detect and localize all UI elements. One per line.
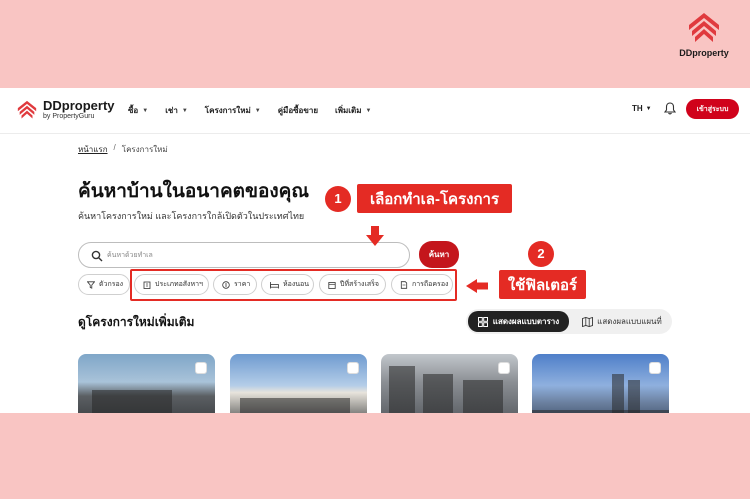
menu-item-more[interactable]: เพิ่มเติม ▼ (335, 104, 371, 117)
favorite-checkbox[interactable] (195, 362, 207, 374)
language-selector[interactable]: TH ▼ (632, 104, 652, 113)
grid-icon (477, 316, 488, 327)
ddproperty-logo-icon (17, 100, 37, 119)
menu-item-buy[interactable]: ซื้อ ▼ (128, 104, 148, 117)
breadcrumb-current: โครงการใหม่ (121, 145, 168, 154)
card-image-shape (240, 398, 350, 413)
map-view-label: แสดงผลแบบแผนที่ (597, 317, 662, 326)
step-1-badge: 1 (325, 186, 351, 212)
project-card[interactable] (230, 354, 367, 413)
filter-button[interactable]: ตัวกรอง (78, 274, 130, 295)
card-image-shape (612, 374, 624, 413)
menu-item-rent[interactable]: เช่า ▼ (165, 104, 188, 117)
breadcrumb-separator: / (113, 143, 116, 152)
map-icon (582, 316, 594, 327)
search-button[interactable]: ค้นหา (419, 241, 459, 268)
project-card[interactable] (78, 354, 215, 413)
filter-highlight-box (130, 269, 457, 301)
site-logo[interactable]: DDproperty by PropertyGuru (16, 99, 115, 121)
corner-brand: DDproperty (676, 10, 732, 58)
menu-item-label: เช่า (165, 106, 178, 115)
card-image-shape (628, 380, 640, 413)
search-icon (91, 249, 103, 267)
ddproperty-logo-icon (689, 13, 719, 42)
login-button[interactable]: เข้าสู่ระบบ (686, 99, 739, 119)
project-card[interactable] (532, 354, 669, 413)
favorite-checkbox[interactable] (649, 362, 661, 374)
card-image-shape (389, 366, 415, 413)
step-2-badge: 2 (528, 241, 554, 267)
map-view-button[interactable]: แสดงผลแบบแผนที่ (574, 311, 670, 332)
filter-icon (87, 280, 95, 289)
menu-item-guide[interactable]: คู่มือซื้อขาย (278, 104, 318, 117)
chevron-down-icon: ▼ (181, 107, 188, 114)
filter-label: ตัวกรอง (99, 281, 124, 288)
step-2-callout: ใช้ฟิลเตอร์ (499, 270, 586, 299)
page-subtitle: ค้นหาโครงการใหม่ และโครงการใกล้เปิดตัวใน… (78, 211, 305, 221)
search-box (78, 242, 410, 268)
breadcrumb: หน้าแรก / โครงการใหม่ (78, 143, 168, 156)
breadcrumb-home-link[interactable]: หน้าแรก (78, 143, 108, 156)
menu-item-label: คู่มือซื้อขาย (277, 106, 318, 115)
language-label: TH (632, 104, 643, 113)
menu-item-label: โครงการใหม่ (204, 106, 251, 115)
menu-item-label: เพิ่มเติม (335, 106, 362, 115)
table-view-button[interactable]: แสดงผลแบบตาราง (468, 311, 569, 332)
main-menu: ซื้อ ▼ เช่า ▼ โครงการใหม่ ▼ คู่มือซื้อขาย เ… (128, 104, 388, 117)
logo-subtitle: by PropertyGuru (43, 113, 95, 120)
favorite-checkbox[interactable] (498, 362, 510, 374)
menu-item-label: ซื้อ (128, 106, 139, 115)
chevron-down-icon: ▼ (645, 105, 652, 112)
table-view-label: แสดงผลแบบตาราง (492, 317, 560, 326)
project-card[interactable] (381, 354, 518, 413)
card-image-shape (423, 374, 453, 413)
card-image-shape (92, 390, 172, 413)
favorite-checkbox[interactable] (347, 362, 359, 374)
top-navigation: DDproperty by PropertyGuru ซื้อ ▼ เช่า ▼ โ… (0, 88, 750, 134)
view-toggle: แสดงผลแบบตาราง แสดงผลแบบแผนที่ (466, 309, 672, 334)
menu-item-new-projects[interactable]: โครงการใหม่ ▼ (205, 104, 261, 117)
card-image-shape (463, 380, 503, 413)
chevron-down-icon: ▼ (254, 107, 261, 114)
search-input[interactable] (107, 248, 397, 263)
logo-name: DDproperty (43, 98, 115, 113)
arrow-down-icon (366, 226, 384, 251)
step-1-callout: เลือกทำเล-โครงการ (357, 184, 512, 213)
page-title: ค้นหาบ้านในอนาคตของคุณ (78, 181, 310, 202)
bell-icon[interactable] (663, 102, 677, 120)
corner-brand-name: DDproperty (679, 48, 729, 58)
arrow-left-icon (466, 279, 488, 298)
chevron-down-icon: ▼ (365, 107, 372, 114)
section-title: ดูโครงการใหม่เพิ่มเติม (78, 315, 195, 329)
chevron-down-icon: ▼ (142, 107, 149, 114)
bottom-band (0, 413, 750, 499)
